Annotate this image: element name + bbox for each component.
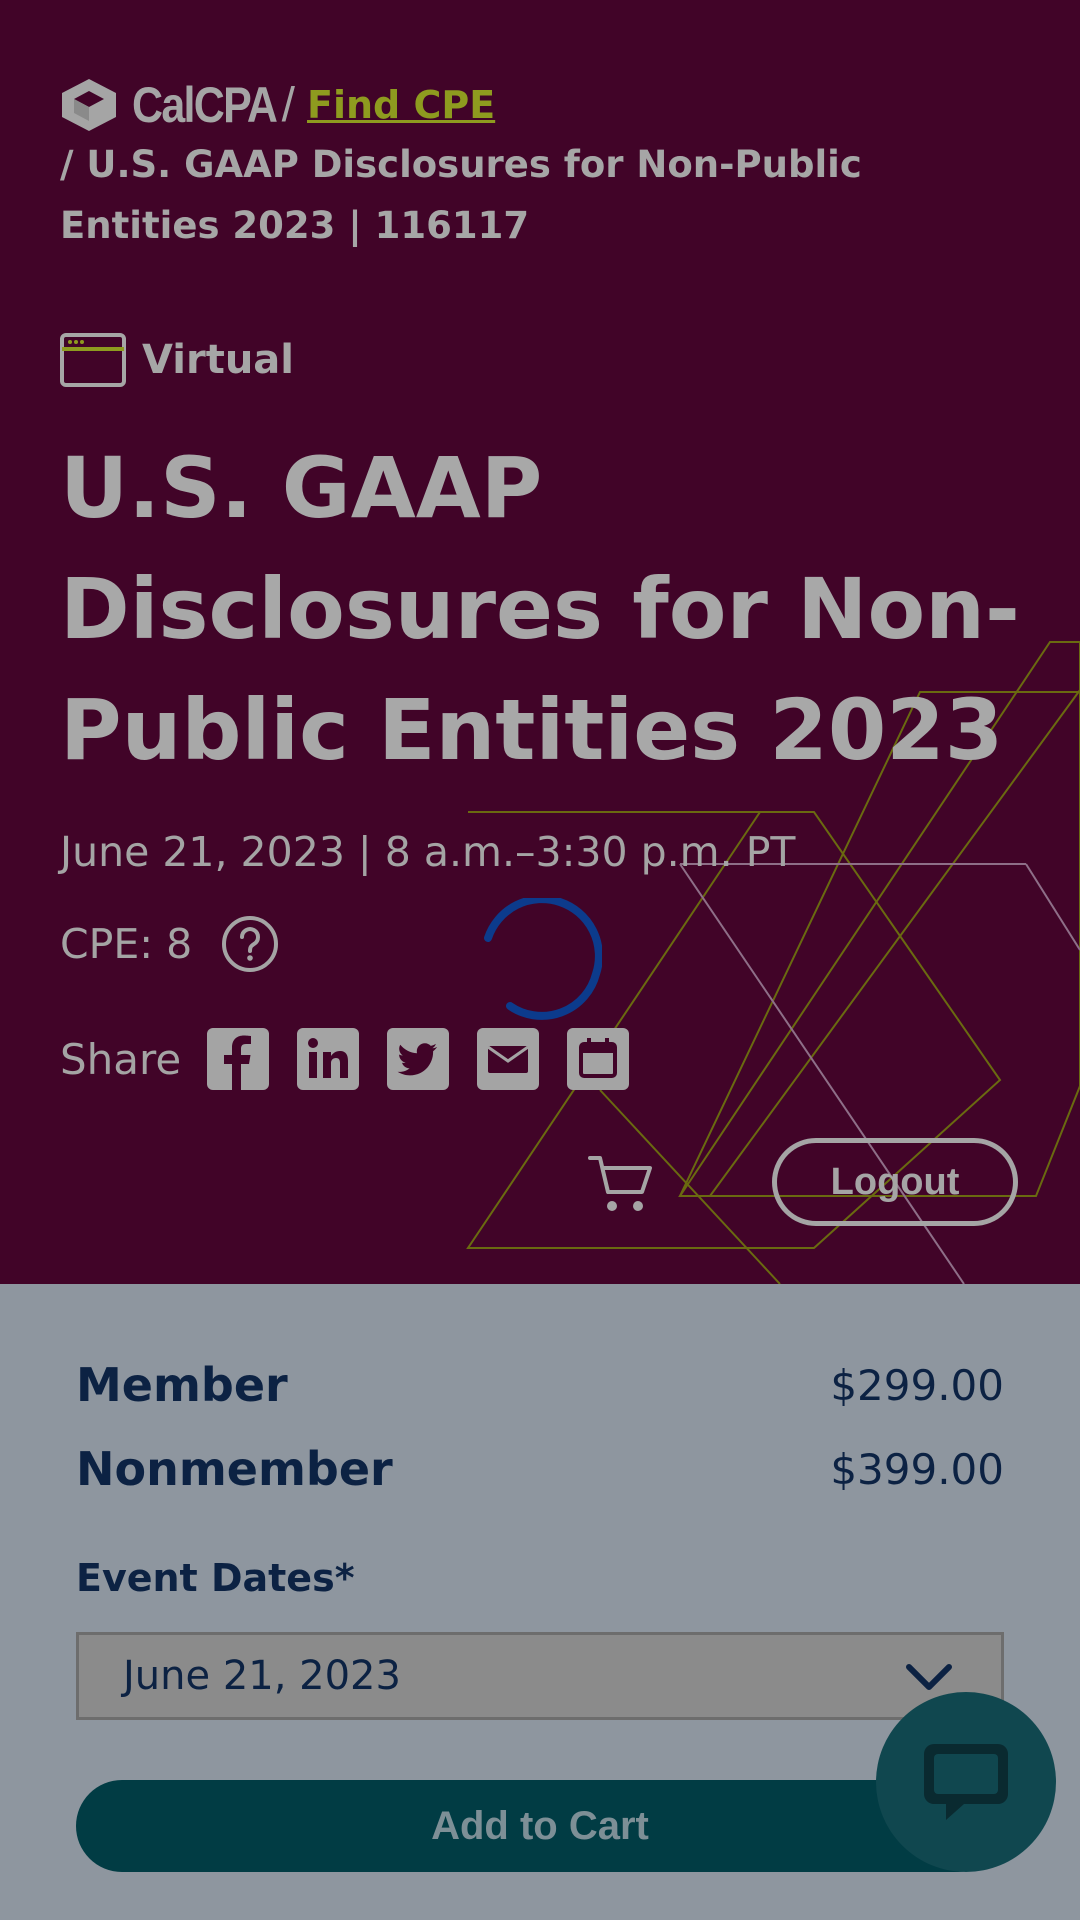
event-hero: CalCPA / Find CPE / U.S. GAAP Disclosure…: [0, 0, 1080, 1284]
calendar-icon[interactable]: [567, 1028, 630, 1090]
event-dates-label: Event Dates*: [76, 1556, 355, 1600]
calcpa-logo-icon: [62, 79, 116, 131]
nonmember-label: Nonmember: [76, 1442, 393, 1496]
event-title: U.S. GAAP Disclosures for Non-Public Ent…: [60, 439, 1020, 779]
breadcrumb: CalCPA / Find CPE: [60, 76, 495, 134]
member-label: Member: [76, 1358, 288, 1412]
chat-bubble-icon: [924, 1744, 1008, 1820]
linkedin-icon[interactable]: [297, 1028, 360, 1090]
event-format-badge: Virtual: [60, 333, 294, 387]
nonmember-price-row: Nonmember $399.00: [76, 1442, 1004, 1496]
question-mark-icon[interactable]: [220, 914, 280, 974]
member-price-row: Member $299.00: [76, 1358, 1004, 1412]
calcpa-logo-text: CalCPA: [132, 77, 278, 133]
chat-button[interactable]: [876, 1692, 1056, 1872]
chevron-down-icon: [906, 1664, 952, 1690]
email-icon[interactable]: [477, 1028, 540, 1090]
facebook-icon[interactable]: [207, 1028, 270, 1090]
breadcrumb-separator: /: [281, 78, 296, 132]
nonmember-price: $399.00: [830, 1444, 1004, 1494]
member-price: $299.00: [830, 1360, 1004, 1410]
breadcrumb-current-page: / U.S. GAAP Disclosures for Non-Public E…: [60, 143, 862, 247]
share-bar: Share: [60, 1028, 657, 1090]
twitter-icon[interactable]: [387, 1028, 450, 1090]
share-label: Share: [60, 1034, 182, 1084]
logout-button[interactable]: Logout: [772, 1138, 1018, 1226]
event-date-select[interactable]: June 21, 2023: [76, 1632, 1004, 1720]
loading-spinner-icon: [484, 898, 602, 1020]
browser-window-icon: [60, 333, 126, 387]
event-format-label: Virtual: [142, 337, 294, 383]
event-date-time: June 21, 2023 | 8 a.m.–3:30 p.m. PT: [60, 828, 796, 876]
shopping-cart-icon[interactable]: [588, 1152, 654, 1214]
event-date-selected-value: June 21, 2023: [123, 1653, 401, 1699]
breadcrumb-find-cpe-link[interactable]: Find CPE: [307, 83, 495, 127]
cpe-credits: CPE: 8: [60, 914, 280, 974]
cpe-credits-label: CPE: 8: [60, 920, 193, 968]
add-to-cart-button[interactable]: Add to Cart: [76, 1780, 1004, 1872]
